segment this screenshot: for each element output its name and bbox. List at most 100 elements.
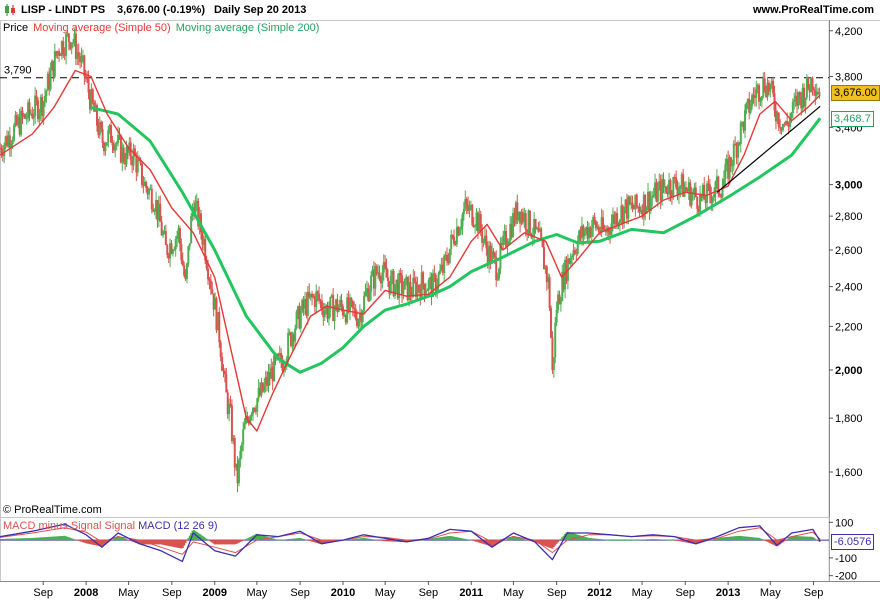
- price-bar-body: [318, 293, 321, 301]
- price-bar-body: [230, 405, 233, 441]
- price-bar-body: [381, 272, 384, 284]
- ma200-value-tag: 3,468.7: [831, 111, 874, 128]
- price-bar: [233, 435, 236, 477]
- price-bar: [140, 162, 143, 189]
- price-bar: [230, 399, 233, 444]
- price-bar-body: [162, 233, 165, 236]
- price-bar-body: [413, 277, 416, 282]
- x-tick-label: 2010: [331, 587, 355, 599]
- price-bar-body: [433, 273, 436, 276]
- price-bar: [190, 213, 193, 244]
- price-bar-body: [679, 185, 682, 189]
- macd-y-tick-label: -100: [835, 553, 857, 565]
- price-bar: [164, 224, 167, 246]
- macd-histogram-bar: [558, 540, 561, 541]
- price-bar-body: [115, 143, 118, 145]
- price-bar-body: [811, 77, 814, 89]
- price-bar-body: [443, 255, 446, 273]
- price-bar-body: [180, 244, 183, 261]
- x-tick-label: Sep: [419, 587, 439, 599]
- price-bar: [136, 150, 139, 177]
- price-bar-body: [225, 374, 228, 393]
- price-bar-body: [635, 194, 638, 207]
- x-tick-label: Sep: [33, 587, 53, 599]
- price-bar-body: [188, 243, 191, 247]
- price-bar-body: [745, 103, 748, 110]
- price-bar-body: [694, 187, 697, 197]
- price-bar-body: [340, 299, 343, 307]
- price-bar-body: [804, 97, 807, 107]
- price-bar-body: [662, 179, 665, 188]
- price-bar: [150, 184, 153, 214]
- price-bar: [758, 83, 761, 110]
- price-bar: [174, 236, 177, 257]
- price-bar: [638, 202, 641, 217]
- price-bar-body: [49, 70, 52, 90]
- price-bar-body: [696, 196, 699, 209]
- price-bar-body: [555, 309, 558, 323]
- price-bar-body: [354, 308, 357, 319]
- price-bar: [24, 113, 27, 119]
- price-bar-body: [80, 55, 83, 63]
- price-y-tick-label: 3,800: [835, 72, 863, 84]
- price-bar-body: [287, 332, 290, 359]
- price-bar-body: [100, 121, 103, 130]
- price-bar-body: [446, 254, 449, 262]
- price-bar: [453, 229, 456, 247]
- price-bar-body: [378, 272, 381, 278]
- x-tick-label: May: [118, 587, 139, 599]
- price-bar-body: [665, 186, 668, 193]
- price-bar-body: [385, 267, 388, 278]
- price-bar-body: [164, 231, 167, 246]
- price-bar-body: [807, 77, 810, 89]
- price-bar-body: [461, 214, 464, 227]
- price-y-tick-label: 2,600: [835, 245, 863, 257]
- price-bar-body: [42, 101, 45, 116]
- price-bar-body: [243, 423, 246, 430]
- price-bar-body: [656, 186, 659, 202]
- price-bar-body: [351, 300, 354, 309]
- price-bar-body: [183, 265, 186, 276]
- price-bar-body: [3, 144, 6, 157]
- price-bar-body: [105, 142, 108, 146]
- price-bar-body: [448, 248, 451, 264]
- x-tick-label: 2012: [587, 587, 611, 599]
- price-bar-body: [759, 100, 762, 102]
- price-bar: [65, 31, 68, 65]
- price-bar-body: [84, 75, 87, 79]
- price-y-tick-label: 1,800: [835, 413, 863, 425]
- price-bar-body: [554, 322, 557, 358]
- price-bar-body: [690, 193, 693, 206]
- price-bar: [623, 206, 626, 229]
- price-bar-body: [361, 311, 364, 323]
- price-bar: [552, 356, 555, 378]
- price-bar-body: [790, 113, 793, 118]
- price-bar-body: [263, 384, 266, 392]
- price-bar: [734, 136, 737, 146]
- price-bar: [569, 253, 572, 267]
- price-bar-body: [43, 95, 46, 102]
- price-bar-body: [744, 109, 747, 131]
- price-bar-body: [233, 437, 236, 468]
- price-bar-body: [242, 429, 245, 445]
- x-tick-label: 2013: [716, 587, 740, 599]
- price-bar-body: [294, 328, 297, 342]
- price-bar-body: [502, 235, 505, 245]
- price-bar: [804, 97, 807, 114]
- price-bar-body: [669, 180, 672, 195]
- price-bar-body: [460, 226, 463, 230]
- price-bar: [548, 274, 551, 311]
- price-bar-body: [493, 253, 496, 258]
- price-bar-body: [389, 275, 392, 294]
- price-bar-body: [174, 238, 177, 250]
- price-bar: [736, 140, 739, 167]
- price-bar-body: [426, 290, 429, 292]
- copyright-text: © ProRealTime.com: [3, 504, 102, 516]
- reference-line-label: 3,790: [4, 65, 32, 77]
- price-bar: [53, 43, 56, 78]
- price-bar-body: [329, 296, 332, 310]
- price-bar-body: [438, 270, 441, 274]
- price-bar-body: [462, 208, 465, 215]
- macd-y-tick-label: -200: [835, 571, 857, 583]
- x-tick-label: May: [632, 587, 653, 599]
